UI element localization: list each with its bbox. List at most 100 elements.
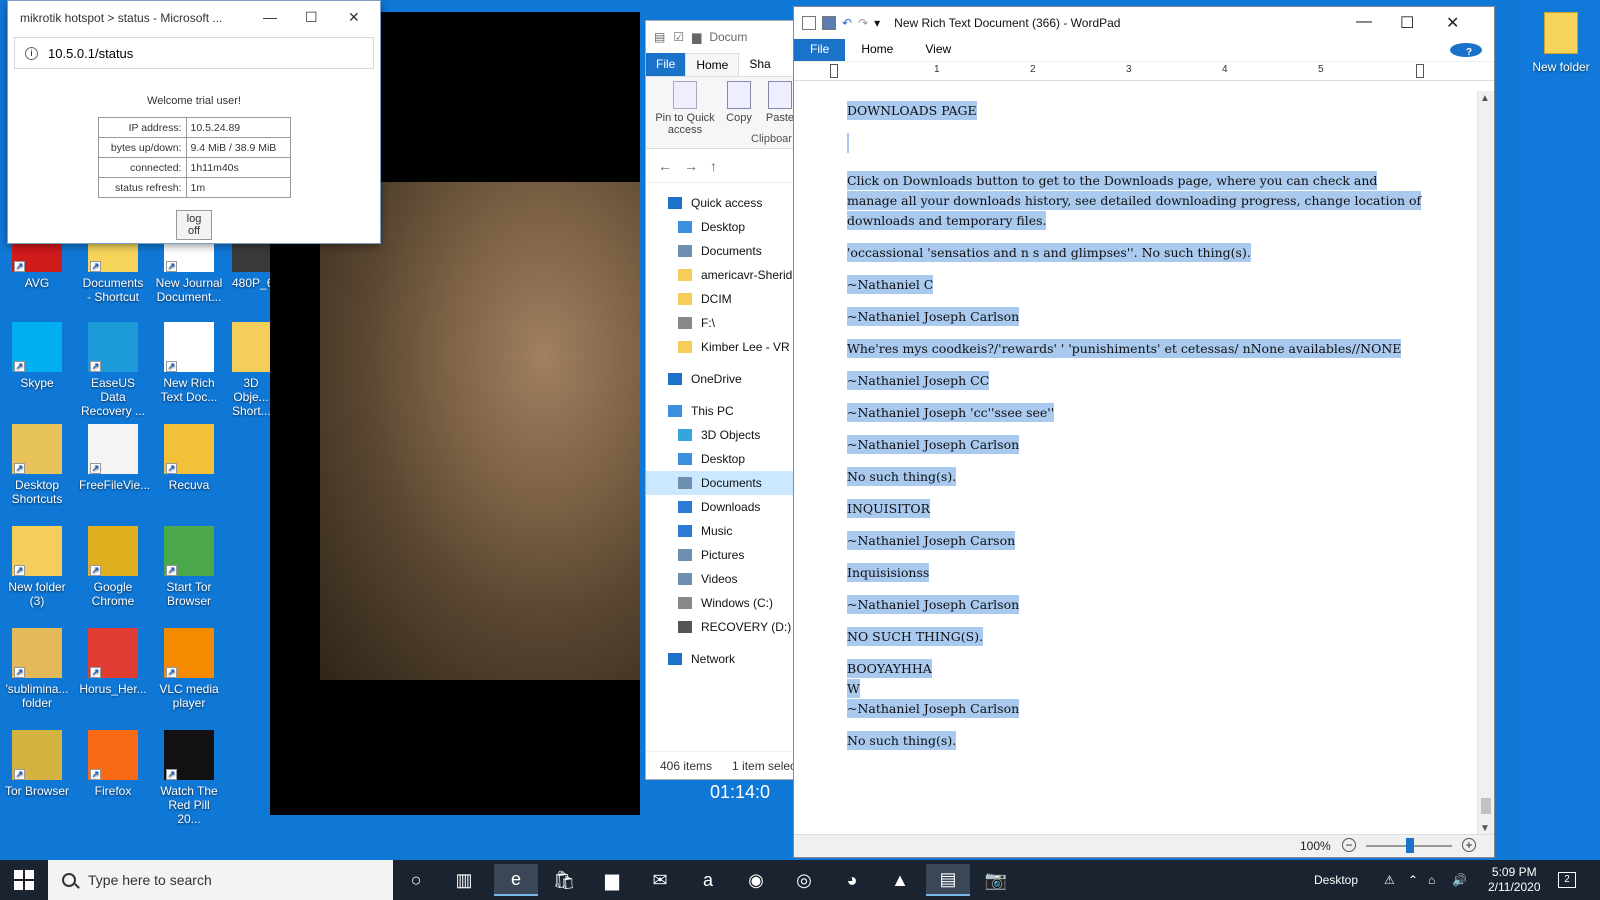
redo-icon[interactable]: ↷ <box>858 16 868 30</box>
desktop-shortcut[interactable]: ↗ Desktop Shortcuts <box>3 424 71 506</box>
mail-icon[interactable]: ✉ <box>638 864 682 896</box>
nav-item[interactable]: Videos <box>646 567 794 591</box>
copy-button[interactable]: Copy <box>724 81 754 124</box>
desktop-shortcut[interactable]: ↗ Start Tor Browser <box>155 526 223 608</box>
tab-home[interactable]: Home <box>685 53 740 76</box>
desktop-shortcut[interactable]: ↗ Watch The Red Pill 20... <box>155 730 223 826</box>
new-folder-icon[interactable]: New folder <box>1527 12 1595 74</box>
search-box[interactable]: Type here to search <box>48 860 393 900</box>
close-icon[interactable]: ✕ <box>1446 13 1459 33</box>
windows-start-icon[interactable] <box>14 870 34 890</box>
zoom-in-icon[interactable]: + <box>1462 838 1476 852</box>
pin-quick-access-button[interactable]: Pin to Quick access <box>652 81 718 136</box>
nav-item[interactable]: Quick access <box>646 191 794 215</box>
nav-item[interactable]: Documents <box>646 239 794 263</box>
save-icon[interactable] <box>822 16 836 30</box>
vertical-scrollbar[interactable]: ▲ ▼ <box>1477 91 1494 836</box>
desktop-shortcut[interactable]: 3D Obje... Short... <box>232 322 270 418</box>
ruler[interactable]: 1 2 3 4 5 <box>794 61 1494 81</box>
nav-item[interactable]: americavr-Sherida <box>646 263 794 287</box>
nav-item[interactable]: Downloads <box>646 495 794 519</box>
right-indent-marker[interactable] <box>1416 64 1424 78</box>
tripadvisor-icon[interactable]: ◉ <box>734 864 778 896</box>
nav-item[interactable]: 3D Objects <box>646 423 794 447</box>
minimize-icon[interactable]: — <box>263 9 277 25</box>
nav-item[interactable]: Desktop <box>646 215 794 239</box>
tab-file[interactable]: File <box>646 53 686 76</box>
desktop-shortcut[interactable]: ↗ Recuva <box>155 424 223 492</box>
desktop-shortcut[interactable]: ↗ Google Chrome <box>79 526 147 608</box>
close-icon[interactable]: ✕ <box>348 9 360 26</box>
checkbox-icon[interactable]: ☑ <box>673 30 684 44</box>
address-bar[interactable]: i 10.5.0.1/status <box>14 37 374 69</box>
scroll-up-icon[interactable]: ▲ <box>1480 93 1490 104</box>
nav-item[interactable]: This PC <box>646 399 794 423</box>
desktop-shortcut[interactable]: ↗ Tor Browser <box>3 730 71 798</box>
desktop-toolbar-label[interactable]: Desktop <box>1314 860 1358 900</box>
wordpad-taskbar-icon[interactable]: ▤ <box>926 864 970 896</box>
tab-share[interactable]: Sha <box>739 53 780 76</box>
logoff-button[interactable]: log off <box>176 210 212 240</box>
left-indent-marker[interactable] <box>830 64 838 78</box>
vlc-icon[interactable]: ▲ <box>878 864 922 896</box>
info-icon[interactable]: i <box>25 46 38 60</box>
volume-icon[interactable]: 🔊 <box>1452 860 1467 900</box>
desktop-shortcut[interactable]: ↗ FreeFileVie... <box>79 424 150 492</box>
minimize-icon[interactable]: — <box>1356 13 1372 31</box>
back-icon[interactable]: ← <box>658 158 672 174</box>
properties-icon[interactable]: ▤ <box>654 30 665 44</box>
desktop-shortcut[interactable]: ↗ EaseUS Data Recovery ... <box>79 322 147 418</box>
amazon-icon[interactable]: a <box>686 864 730 896</box>
undo-icon[interactable]: ↶ <box>842 16 852 30</box>
zoom-slider-thumb[interactable] <box>1406 838 1414 853</box>
tab-file[interactable]: File <box>794 39 846 61</box>
nav-item[interactable]: RECOVERY (D:) <box>646 615 794 639</box>
nav-item[interactable]: Documents <box>646 471 794 495</box>
nav-item[interactable]: Windows (C:) <box>646 591 794 615</box>
document-text[interactable]: DOWNLOADS PAGE Click on Downloads button … <box>847 101 1427 763</box>
warning-icon[interactable]: ⚠ <box>1384 860 1395 900</box>
tab-home[interactable]: Home <box>845 39 909 61</box>
maximize-icon[interactable]: ☐ <box>1400 13 1414 33</box>
chrome-icon[interactable]: ◕ <box>830 864 874 896</box>
notification-icon[interactable]: 2 <box>1558 872 1576 888</box>
desktop-shortcut[interactable]: ↗ Skype <box>3 322 71 390</box>
store-icon[interactable]: 🛍 <box>542 864 586 896</box>
desktop-shortcut[interactable]: ↗ Firefox <box>79 730 147 798</box>
nav-item[interactable]: Music <box>646 519 794 543</box>
maximize-icon[interactable]: ☐ <box>305 9 318 26</box>
task-view-icon[interactable]: ▥ <box>442 864 486 896</box>
zoom-out-icon[interactable]: − <box>1342 838 1356 852</box>
desktop-shortcut[interactable]: ↗ New Rich Text Doc... <box>155 322 223 404</box>
nav-item[interactable]: OneDrive <box>646 367 794 391</box>
desktop-shortcut[interactable]: ↗ VLC media player <box>155 628 223 710</box>
scroll-down-icon[interactable]: ▼ <box>1480 823 1490 834</box>
nav-item[interactable]: F:\ <box>646 311 794 335</box>
document-area[interactable]: DOWNLOADS PAGE Click on Downloads button … <box>794 91 1478 836</box>
edge-icon[interactable]: e <box>494 864 538 896</box>
nav-item[interactable]: DCIM <box>646 287 794 311</box>
help-icon[interactable]: ? <box>1450 43 1482 58</box>
cortana-icon[interactable]: ○ <box>394 864 438 896</box>
nav-item[interactable]: Network <box>646 647 794 671</box>
file-explorer-window[interactable]: ▤ ☑ ▆ Docum File Home Sha Pin to Quick a… <box>645 20 796 780</box>
nav-item[interactable]: Desktop <box>646 447 794 471</box>
tab-view[interactable]: View <box>909 39 967 61</box>
folder-icon[interactable]: ▆ <box>692 30 701 44</box>
camera-icon[interactable]: 📷 <box>974 864 1018 896</box>
clock[interactable]: 5:09 PM 2/11/2020 <box>1488 865 1541 895</box>
browser-window-hotspot[interactable]: mikrotik hotspot > status - Microsoft ..… <box>7 0 381 244</box>
forward-icon[interactable]: → <box>684 158 698 174</box>
up-icon[interactable]: ↑ <box>710 158 717 174</box>
scroll-thumb[interactable] <box>1481 798 1491 814</box>
app-icon[interactable]: ◎ <box>782 864 826 896</box>
file-explorer-icon[interactable]: ▆ <box>590 864 634 896</box>
show-hidden-icons[interactable]: ⌃ <box>1408 860 1418 900</box>
desktop-shortcut[interactable]: ↗ 'sublimina... folder <box>3 628 71 710</box>
nav-item[interactable]: Pictures <box>646 543 794 567</box>
desktop-shortcut[interactable]: ↗ Horus_Her... <box>79 628 147 696</box>
nav-item[interactable]: Kimber Lee - VR P <box>646 335 794 359</box>
wordpad-window[interactable]: ↶ ↷ ▾ New Rich Text Document (366) - Wor… <box>793 6 1495 858</box>
customize-icon[interactable]: ▾ <box>874 16 880 30</box>
desktop-shortcut[interactable]: ↗ New folder (3) <box>3 526 71 608</box>
